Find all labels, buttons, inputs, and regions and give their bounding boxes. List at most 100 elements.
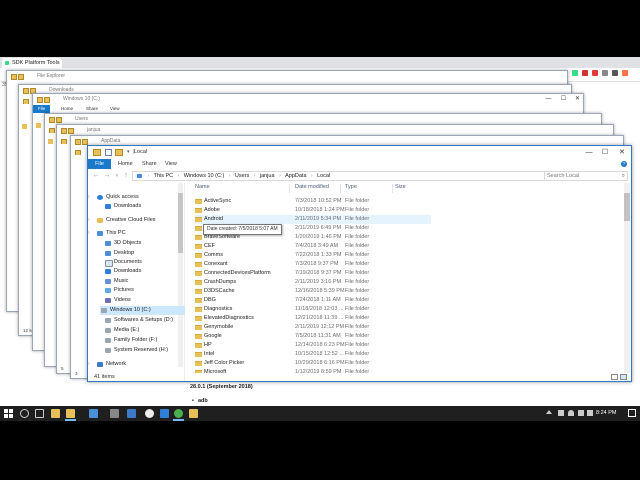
nav-item[interactable]: Documents xyxy=(104,258,142,267)
column-header-date[interactable]: Date modified xyxy=(295,184,329,190)
file-row[interactable]: Android 2/11/2019 5:34 PM File folder xyxy=(195,215,431,224)
extension-icon[interactable] xyxy=(592,70,598,76)
chevron-right-icon[interactable]: › xyxy=(88,216,90,225)
ribbon-file-tab[interactable]: File xyxy=(33,105,50,113)
chevron-right-icon[interactable]: › xyxy=(176,172,182,180)
extension-icon[interactable] xyxy=(622,70,628,76)
ribbon-share-tab[interactable]: Share xyxy=(142,159,157,169)
chevron-right-icon[interactable]: › xyxy=(227,172,233,180)
breadcrumb-item[interactable]: janjua xyxy=(259,172,276,180)
file-row[interactable]: Adobe 10/18/2018 1:24 PM File folder xyxy=(195,206,431,215)
nav-item[interactable]: System Reserved (H:) xyxy=(104,346,168,355)
file-row[interactable]: CEF 7/4/2018 3:49 AM File folder xyxy=(195,242,431,251)
column-header-name[interactable]: Name xyxy=(195,184,210,190)
large-icons-view-icon[interactable] xyxy=(620,374,627,380)
file-row[interactable]: Comms 7/22/2018 1:33 PM File folder xyxy=(195,251,431,260)
ribbon-tab[interactable]: View xyxy=(110,105,120,113)
search-input[interactable]: Search Local ⌕ xyxy=(544,171,628,181)
extension-icon[interactable] xyxy=(582,70,588,76)
nav-item[interactable]: 3D Objects xyxy=(104,239,141,248)
extension-icon[interactable] xyxy=(602,70,608,76)
battery-icon[interactable] xyxy=(558,410,564,416)
chevron-right-icon[interactable]: › xyxy=(252,172,258,180)
task-view-icon[interactable] xyxy=(35,409,44,418)
file-row[interactable]: ElevatedDiagnostics 12/21/2018 11:39 ... F… xyxy=(195,314,431,323)
breadcrumb-item[interactable]: Windows 10 (C:) xyxy=(183,172,226,180)
nav-item[interactable]: Music xyxy=(104,277,128,286)
extension-icon[interactable] xyxy=(572,70,578,76)
file-explorer-icon[interactable] xyxy=(66,409,75,418)
forward-arrow-icon[interactable]: → xyxy=(102,171,112,181)
ribbon-tab[interactable]: Share xyxy=(86,105,98,113)
nav-item[interactable]: Videos xyxy=(104,296,131,305)
extension-icon[interactable] xyxy=(612,70,618,76)
app-icon[interactable] xyxy=(127,409,136,418)
file-row[interactable]: Diagnostics 11/18/2018 12:03 ... File fold… xyxy=(195,305,431,314)
nav-item[interactable]: Pictures xyxy=(104,286,134,295)
address-bar[interactable]: › This PC › Windows 10 (C:) › Users › ja… xyxy=(132,171,569,181)
volume-icon[interactable] xyxy=(578,410,584,416)
minimize-icon[interactable]: — xyxy=(543,94,554,105)
file-row[interactable]: ActiveSync 7/3/2018 10:52 PM File folder xyxy=(195,197,431,206)
chrome-icon[interactable] xyxy=(174,409,183,418)
back-arrow-icon[interactable]: ← xyxy=(91,171,101,181)
taskbar-clock[interactable]: 8:24 PM xyxy=(596,410,616,416)
file-explorer-icon[interactable] xyxy=(51,409,60,418)
chevron-right-icon[interactable]: › xyxy=(146,172,152,180)
nav-item[interactable]: › Creative Cloud Files xyxy=(88,216,156,225)
breadcrumb-item[interactable]: Users xyxy=(234,172,250,180)
nav-item[interactable]: › Quick access xyxy=(88,193,139,202)
column-divider[interactable] xyxy=(340,184,341,193)
chevron-right-icon[interactable]: › xyxy=(277,172,283,180)
chevron-right-icon[interactable]: › xyxy=(88,193,90,202)
ribbon-view-tab[interactable]: View xyxy=(165,159,177,169)
file-row[interactable]: HP 12/14/2018 6:23 PM File folder xyxy=(195,341,431,350)
nav-item[interactable]: Family Folder (F:) xyxy=(104,336,157,345)
app-icon[interactable] xyxy=(145,409,154,418)
new-folder-icon[interactable] xyxy=(115,149,124,156)
details-view-icon[interactable] xyxy=(611,374,618,380)
browser-tab[interactable]: SDK Platform Tools xyxy=(2,58,62,68)
column-divider[interactable] xyxy=(289,184,290,193)
file-row[interactable]: Intel 10/15/2018 12:52 ... File folder xyxy=(195,350,431,359)
nav-scrollbar[interactable] xyxy=(178,183,183,367)
nav-item[interactable]: › This PC xyxy=(88,229,126,238)
chevron-right-icon[interactable]: › xyxy=(88,229,90,238)
file-row[interactable]: Google 7/5/2018 11:31 AM File folder xyxy=(195,332,431,341)
chevron-right-icon[interactable]: › xyxy=(309,172,315,180)
file-row[interactable]: Jeff Color Picker 10/29/2018 6:16 PM File … xyxy=(195,359,431,368)
chevron-down-icon[interactable]: ▾ xyxy=(127,149,130,155)
app-icon[interactable] xyxy=(160,409,169,418)
chevron-right-icon[interactable]: › xyxy=(88,360,90,369)
nav-item[interactable]: Desktop xyxy=(104,249,134,258)
nav-item[interactable]: › Network xyxy=(88,360,126,369)
chevron-up-icon[interactable] xyxy=(546,410,552,414)
close-button[interactable]: ✕ xyxy=(614,146,630,159)
scroll-thumb[interactable] xyxy=(624,193,630,221)
file-row[interactable]: Conexant 7/3/2018 9:37 PM File folder xyxy=(195,260,431,269)
vertical-scrollbar[interactable] xyxy=(624,183,630,373)
help-icon[interactable]: ? xyxy=(621,161,627,167)
column-header-type[interactable]: Type xyxy=(345,184,357,190)
ribbon-file-tab[interactable]: File xyxy=(88,159,111,169)
folder-icon[interactable] xyxy=(189,409,198,418)
notification-icon[interactable] xyxy=(628,409,636,417)
ribbon-home-tab[interactable]: Home xyxy=(118,159,133,169)
nav-item[interactable]: Media (E:) xyxy=(104,326,139,335)
file-row[interactable]: DBG 7/24/2018 1:11 AM File folder xyxy=(195,296,431,305)
keyboard-icon[interactable] xyxy=(587,410,593,416)
file-row[interactable]: CrashDumps 2/11/2019 3:16 PM File folder xyxy=(195,278,431,287)
wifi-icon[interactable] xyxy=(568,410,574,416)
breadcrumb-item[interactable]: This PC xyxy=(153,172,175,180)
column-header-size[interactable]: Size xyxy=(395,184,406,190)
close-icon[interactable]: ✕ xyxy=(572,94,583,105)
file-row[interactable]: Microsoft 1/12/2019 8:59 PM File folder xyxy=(195,368,431,373)
breadcrumb-item[interactable]: Local xyxy=(316,172,331,180)
nav-scroll-thumb[interactable] xyxy=(178,193,183,253)
properties-icon[interactable] xyxy=(104,149,112,156)
file-row[interactable]: ConnectedDevicesPlatform 7/19/2018 9:37 P… xyxy=(195,269,431,278)
nav-item[interactable]: Softwares & Setups (D:) xyxy=(104,316,173,325)
windows-start-icon[interactable] xyxy=(4,409,13,418)
minimize-button[interactable]: — xyxy=(581,146,597,159)
app-icon[interactable] xyxy=(110,409,119,418)
